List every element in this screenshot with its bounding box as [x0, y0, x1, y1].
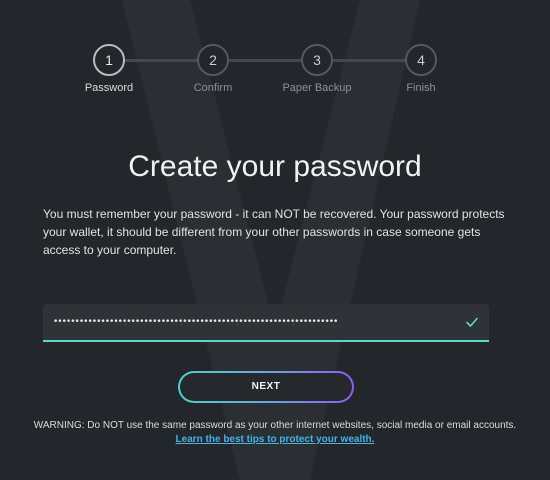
step-label: Paper Backup [282, 82, 352, 94]
progress-stepper: 1 Password 2 Confirm 3 Paper Backup 4 Fi… [0, 44, 550, 104]
step-number: 1 [93, 44, 125, 76]
step-number: 3 [301, 44, 333, 76]
step-label: Finish [406, 82, 436, 94]
password-field[interactable] [43, 304, 489, 342]
warning-text: WARNING: Do NOT use the same password as… [33, 420, 517, 431]
page-title: Create your password [128, 150, 422, 183]
password-description: You must remember your password - it can… [43, 207, 505, 257]
security-tips-link[interactable]: Learn the best tips to protect your weal… [176, 434, 375, 445]
check-icon [466, 317, 478, 327]
step-password: 1 Password [59, 44, 159, 94]
next-button[interactable]: NEXT [178, 371, 354, 403]
password-input[interactable] [43, 304, 453, 340]
step-number: 2 [197, 44, 229, 76]
step-label: Confirm [193, 82, 233, 94]
step-number: 4 [405, 44, 437, 76]
step-finish: 4 Finish [371, 44, 471, 94]
step-label: Password [84, 82, 134, 94]
step-paper-backup: 3 Paper Backup [267, 44, 367, 94]
password-warning: WARNING: Do NOT use the same password as… [0, 419, 550, 447]
next-button-label: NEXT [180, 373, 352, 401]
step-confirm: 2 Confirm [163, 44, 263, 94]
